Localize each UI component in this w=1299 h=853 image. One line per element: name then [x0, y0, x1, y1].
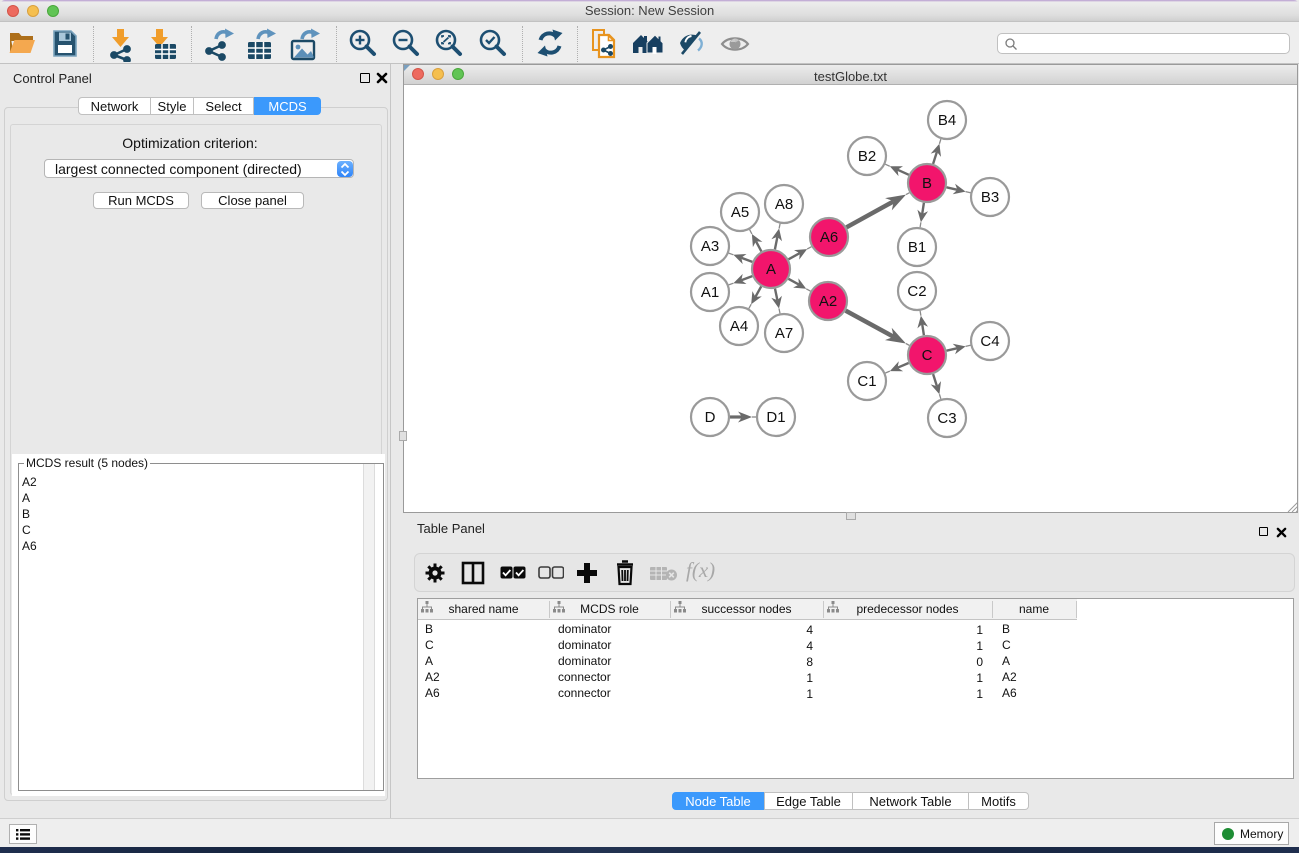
svg-text:D: D — [705, 409, 716, 426]
svg-text:A8: A8 — [775, 196, 793, 213]
svg-text:A3: A3 — [701, 238, 719, 255]
svg-text:C2: C2 — [907, 283, 926, 300]
svg-text:A6: A6 — [820, 229, 838, 246]
svg-text:A7: A7 — [775, 325, 793, 342]
svg-text:C1: C1 — [857, 373, 876, 390]
svg-text:A1: A1 — [701, 284, 719, 301]
svg-text:A4: A4 — [730, 318, 748, 335]
svg-text:B1: B1 — [908, 239, 926, 256]
svg-text:A5: A5 — [731, 204, 749, 221]
svg-text:B4: B4 — [938, 112, 956, 129]
svg-text:A: A — [766, 261, 776, 278]
svg-text:D1: D1 — [766, 409, 785, 426]
svg-text:B: B — [922, 175, 932, 192]
svg-text:B3: B3 — [981, 189, 999, 206]
svg-text:C: C — [922, 347, 933, 364]
svg-text:C4: C4 — [980, 333, 999, 350]
svg-text:C3: C3 — [937, 410, 956, 427]
svg-text:A2: A2 — [819, 293, 837, 310]
svg-text:B2: B2 — [858, 148, 876, 165]
